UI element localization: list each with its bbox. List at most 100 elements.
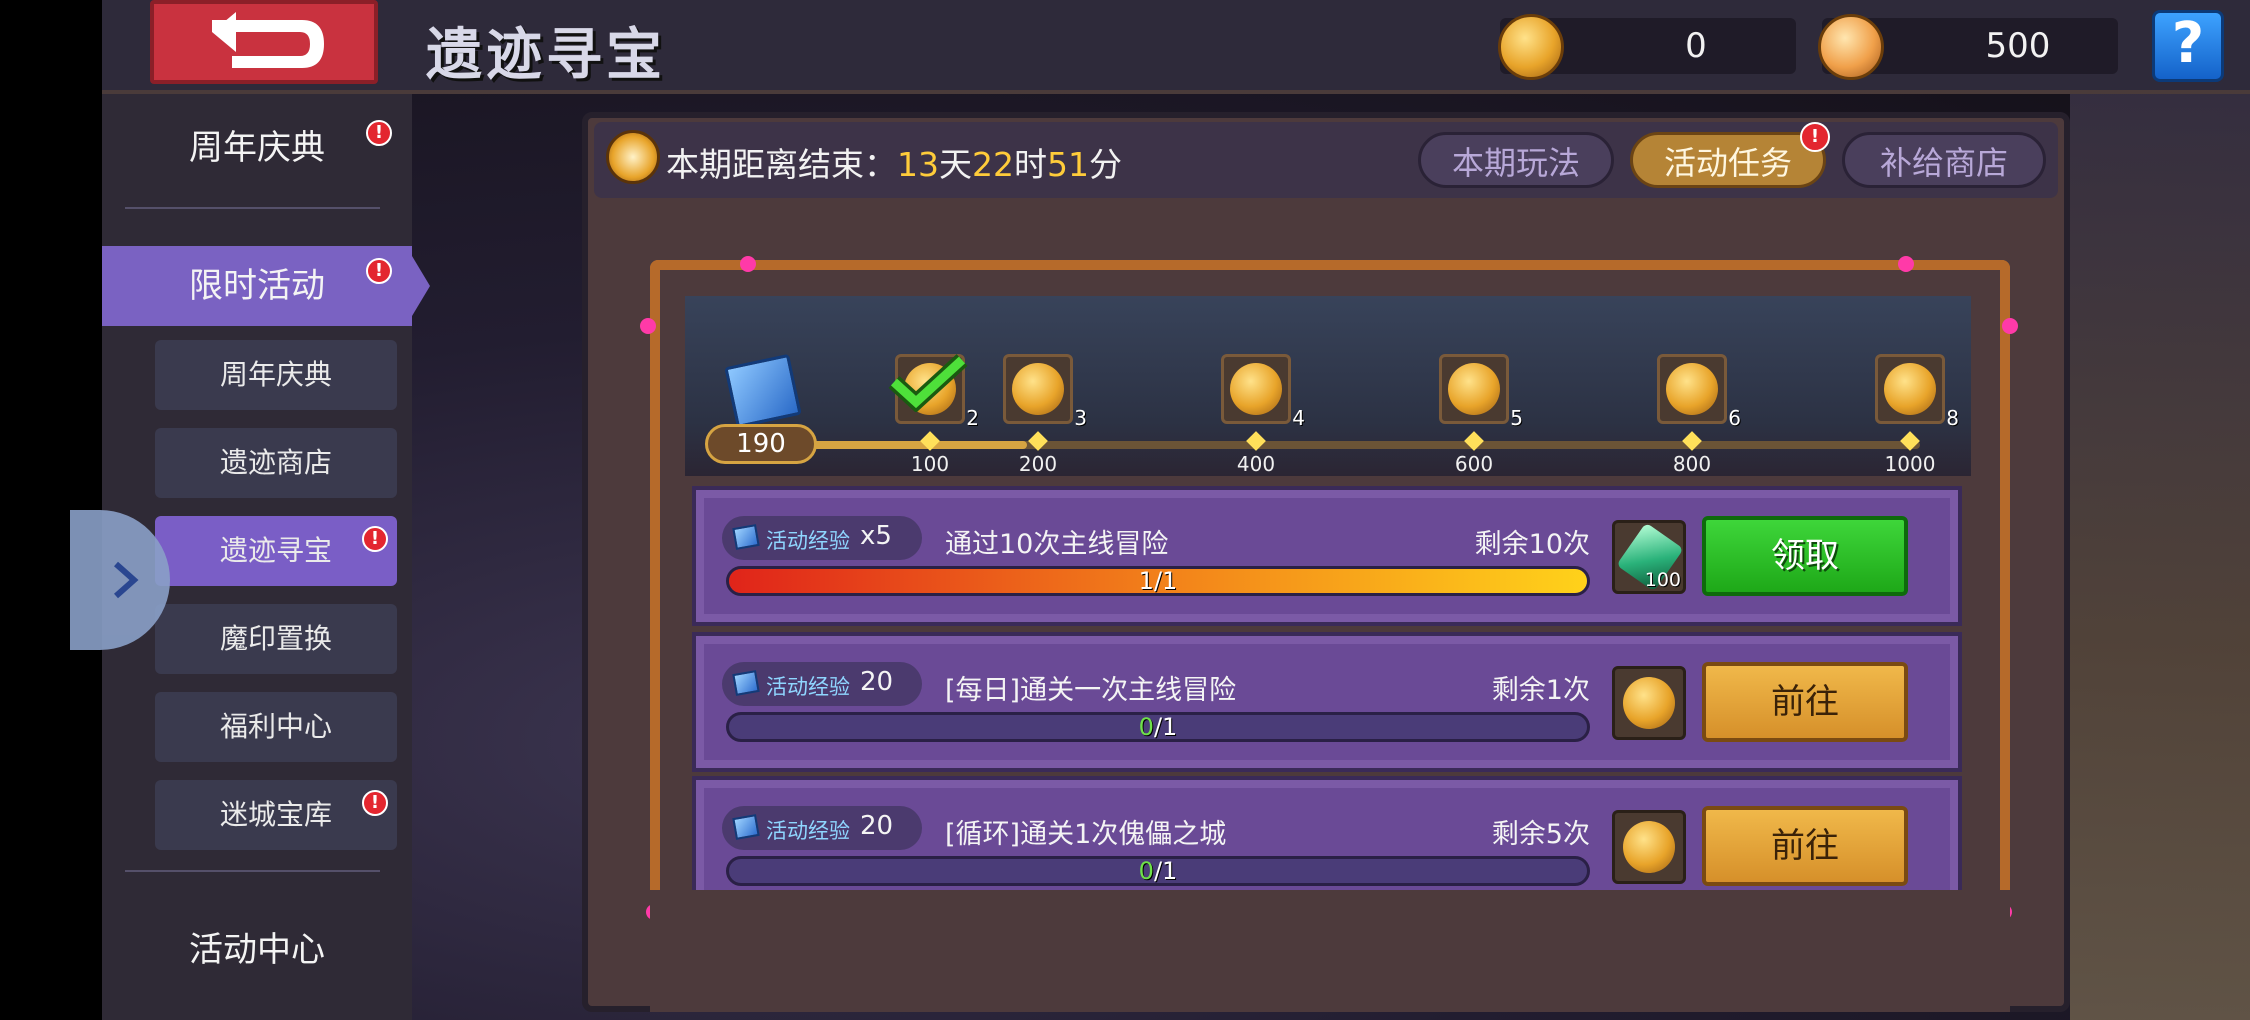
- help-button[interactable]: ?: [2152, 10, 2224, 82]
- alert-badge: !: [366, 258, 392, 284]
- tab-supply-shop[interactable]: 补给商店: [1842, 132, 2046, 188]
- tab-gameplay[interactable]: 本期玩法: [1418, 132, 1614, 188]
- gold-coin-icon: [1884, 363, 1936, 415]
- exp-book-icon: [732, 670, 760, 696]
- task-progress-total: /1: [1153, 857, 1178, 885]
- task-progress-current: 0: [1138, 713, 1154, 741]
- sidebar-item-label: 福利中心: [219, 710, 332, 743]
- exp-reward-tag: 活动经验 20: [722, 806, 922, 850]
- milestone-reward-count: 2: [966, 406, 979, 430]
- sidebar-item-anniversary[interactable]: 周年庆典: [155, 340, 397, 410]
- page-title: 遗迹寻宝: [426, 23, 666, 88]
- gold-coin-icon: [1448, 363, 1500, 415]
- milestone-threshold: 100: [910, 452, 950, 476]
- task-remaining: 剩余5次: [1491, 819, 1590, 850]
- gold-coin-icon: [1623, 677, 1675, 729]
- tab-label: 活动任务: [1663, 144, 1792, 182]
- countdown-days: 13: [897, 145, 939, 184]
- token-amount: 500: [1985, 26, 2051, 66]
- gold-coin-icon: [1012, 363, 1064, 415]
- milestone-reward-count: 4: [1292, 406, 1305, 430]
- goto-button[interactable]: 前往: [1702, 806, 1908, 886]
- sidebar-item-label: 遗迹商店: [219, 446, 332, 479]
- sidebar-item-relic-shop[interactable]: 遗迹商店: [155, 428, 397, 498]
- milestone-reward-3[interactable]: 4: [1221, 354, 1305, 430]
- tab-activity-tasks[interactable]: 活动任务: [1630, 132, 1826, 188]
- milestone-threshold: 200: [1018, 452, 1058, 476]
- milestone-threshold: 800: [1672, 452, 1712, 476]
- task-progress-total: /1: [1153, 713, 1178, 741]
- milestone-reward-4[interactable]: 5: [1439, 354, 1523, 430]
- task-reward-item[interactable]: [1612, 810, 1686, 884]
- countdown-hour-unit: 时: [1014, 145, 1047, 184]
- exp-book-icon: [732, 524, 760, 550]
- exp-progress-fill: [790, 441, 1028, 449]
- milestone-threshold: 600: [1454, 452, 1494, 476]
- claim-button[interactable]: 领取: [1702, 516, 1908, 596]
- task-remaining: 剩余10次: [1474, 529, 1590, 560]
- task-progress-bar: 0/1: [726, 712, 1590, 742]
- exp-reward-tag: 活动经验 x5: [722, 516, 922, 560]
- alert-badge: !: [1800, 122, 1830, 152]
- task-reward-qty: 100: [1644, 569, 1681, 591]
- back-arrow-icon: [212, 12, 324, 68]
- sidebar-item-label: 迷城宝库: [219, 798, 332, 831]
- section-arrow-decor: [406, 246, 430, 326]
- claimed-check-icon: [888, 354, 968, 412]
- milestone-reward-2[interactable]: 3: [1003, 354, 1087, 430]
- sidebar-item-label: 遗迹寻宝: [219, 534, 332, 567]
- exp-reward-label: 活动经验: [766, 819, 850, 843]
- countdown-label: 本期距离结束：: [666, 145, 897, 184]
- milestone-threshold: 1000: [1884, 452, 1936, 476]
- gold-coin-amount: 0: [1685, 26, 1707, 66]
- exp-book-icon: [732, 814, 760, 840]
- task-progress-text: 0/1: [729, 857, 1587, 885]
- gem-decor: [640, 318, 656, 334]
- reward-track-scene: [685, 296, 1971, 476]
- task-reward-item[interactable]: [1612, 666, 1686, 740]
- sidebar-item-anniversary-top[interactable]: 周年庆典: [102, 108, 412, 188]
- task-progress-bar: 0/1: [726, 856, 1590, 886]
- task-progress-text: 1/1: [729, 569, 1587, 593]
- countdown-day-unit: 天: [939, 145, 972, 184]
- goto-button[interactable]: 前往: [1702, 662, 1908, 742]
- sidebar-item-maze-vault[interactable]: 迷城宝库: [155, 780, 397, 850]
- alert-badge: !: [362, 526, 388, 552]
- sidebar-item-welfare-center[interactable]: 福利中心: [155, 692, 397, 762]
- clock-icon: [606, 130, 660, 184]
- gold-coin-icon: [1230, 363, 1282, 415]
- countdown-minutes: 51: [1047, 145, 1089, 184]
- right-background-decor: [2070, 90, 2250, 1020]
- milestone-reward-count: 3: [1074, 406, 1087, 430]
- tab-label: 补给商店: [1879, 144, 2008, 182]
- sidebar-section-limited-events[interactable]: 限时活动: [102, 246, 412, 326]
- sidebar-item-relic-treasure[interactable]: 遗迹寻宝: [155, 516, 397, 586]
- sidebar-item-seal-exchange[interactable]: 魔印置换: [155, 604, 397, 674]
- task-progress-text: 0/1: [729, 713, 1587, 741]
- relic-token-icon: [1818, 14, 1884, 80]
- countdown-hours: 22: [972, 145, 1014, 184]
- gem-decor: [740, 256, 756, 272]
- sidebar-divider: [125, 870, 380, 872]
- milestone-reward-6[interactable]: 8: [1875, 354, 1959, 430]
- sidebar-item-label: 魔印置换: [219, 622, 332, 655]
- panel-bottom: [650, 890, 2010, 1012]
- tab-label: 本期玩法: [1451, 144, 1580, 182]
- back-button[interactable]: [150, 0, 378, 84]
- sidebar-section-label: 限时活动: [189, 266, 325, 306]
- task-reward-item[interactable]: 100: [1612, 520, 1686, 594]
- task-name: 通过10次主线冒险: [945, 529, 1169, 560]
- milestone-reward-5[interactable]: 6: [1657, 354, 1741, 430]
- countdown-timer: 本期距离结束：13天22时51分: [666, 138, 1122, 186]
- task-progress-current: 0: [1138, 857, 1154, 885]
- chevron-right-icon: [114, 561, 139, 599]
- gold-coin-icon: [1623, 821, 1675, 873]
- sidebar-item-event-center[interactable]: 活动中心: [102, 910, 412, 990]
- gold-coin-icon: [1666, 363, 1718, 415]
- exp-reward-label: 活动经验: [766, 675, 850, 699]
- alert-badge: !: [362, 790, 388, 816]
- milestone-reward-count: 6: [1728, 406, 1741, 430]
- sidebar-divider: [125, 207, 380, 209]
- sidebar-item-label: 周年庆典: [219, 358, 332, 391]
- milestone-reward-count: 8: [1946, 406, 1959, 430]
